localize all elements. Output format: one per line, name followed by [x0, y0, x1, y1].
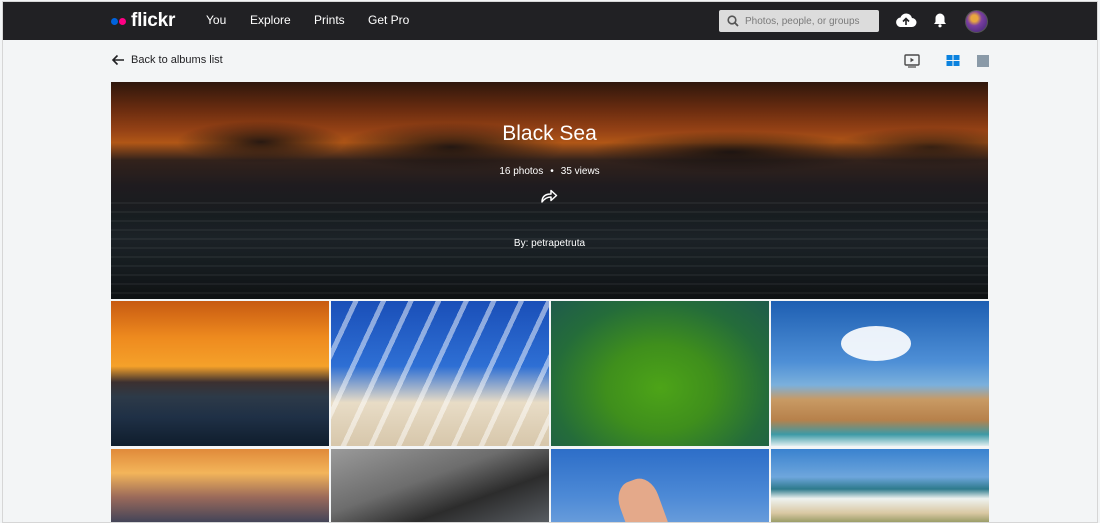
photo-green-water[interactable] — [551, 301, 769, 446]
share-icon[interactable] — [539, 187, 559, 205]
logo-blue-dot — [111, 17, 118, 25]
album-stats: 16 photos • 35 views — [111, 166, 988, 177]
photo-wet-sand[interactable] — [331, 449, 549, 522]
photo-sunset-waves[interactable] — [111, 449, 329, 522]
nav-you[interactable]: You — [206, 13, 226, 27]
album-title: Black Sea — [502, 122, 597, 145]
flickr-logo[interactable]: flickr — [111, 10, 176, 31]
grid-view-icon[interactable] — [946, 54, 960, 68]
back-to-albums-link[interactable]: Back to albums list — [111, 54, 223, 66]
search-box[interactable] — [719, 10, 879, 32]
top-nav-bar: flickr You Explore Prints Get Pro — [3, 2, 1097, 40]
photo-beach-pergola[interactable] — [331, 301, 549, 446]
app-window: flickr You Explore Prints Get Pro Back t… — [2, 1, 1098, 523]
view-count: 35 views — [560, 166, 600, 177]
stats-separator: • — [550, 166, 554, 177]
logo-pink-dot — [119, 17, 126, 25]
arrow-left-icon — [111, 54, 124, 66]
nav-get-pro[interactable]: Get Pro — [368, 13, 409, 27]
upload-cloud-icon[interactable] — [895, 12, 917, 28]
photo-dunes-sea[interactable] — [771, 449, 989, 522]
album-cover: Black Sea 16 photos • 35 views By: petrape… — [111, 82, 988, 299]
back-label: Back to albums list — [131, 54, 223, 66]
photo-sandy-beach[interactable] — [771, 301, 989, 446]
photo-sunset-sea[interactable] — [111, 301, 329, 446]
single-view-icon[interactable] — [976, 54, 990, 68]
slideshow-icon[interactable] — [904, 54, 920, 68]
nav-explore[interactable]: Explore — [250, 13, 291, 27]
photo-count: 16 photos — [499, 166, 544, 177]
search-icon — [727, 15, 739, 27]
photo-hand-sky[interactable] — [551, 449, 769, 522]
album-owner[interactable]: By: petrapetruta — [111, 238, 988, 249]
bell-icon[interactable] — [933, 12, 947, 28]
search-input[interactable] — [745, 15, 875, 27]
logo-text: flickr — [131, 10, 176, 31]
avatar[interactable] — [965, 10, 988, 33]
nav-prints[interactable]: Prints — [314, 13, 345, 27]
